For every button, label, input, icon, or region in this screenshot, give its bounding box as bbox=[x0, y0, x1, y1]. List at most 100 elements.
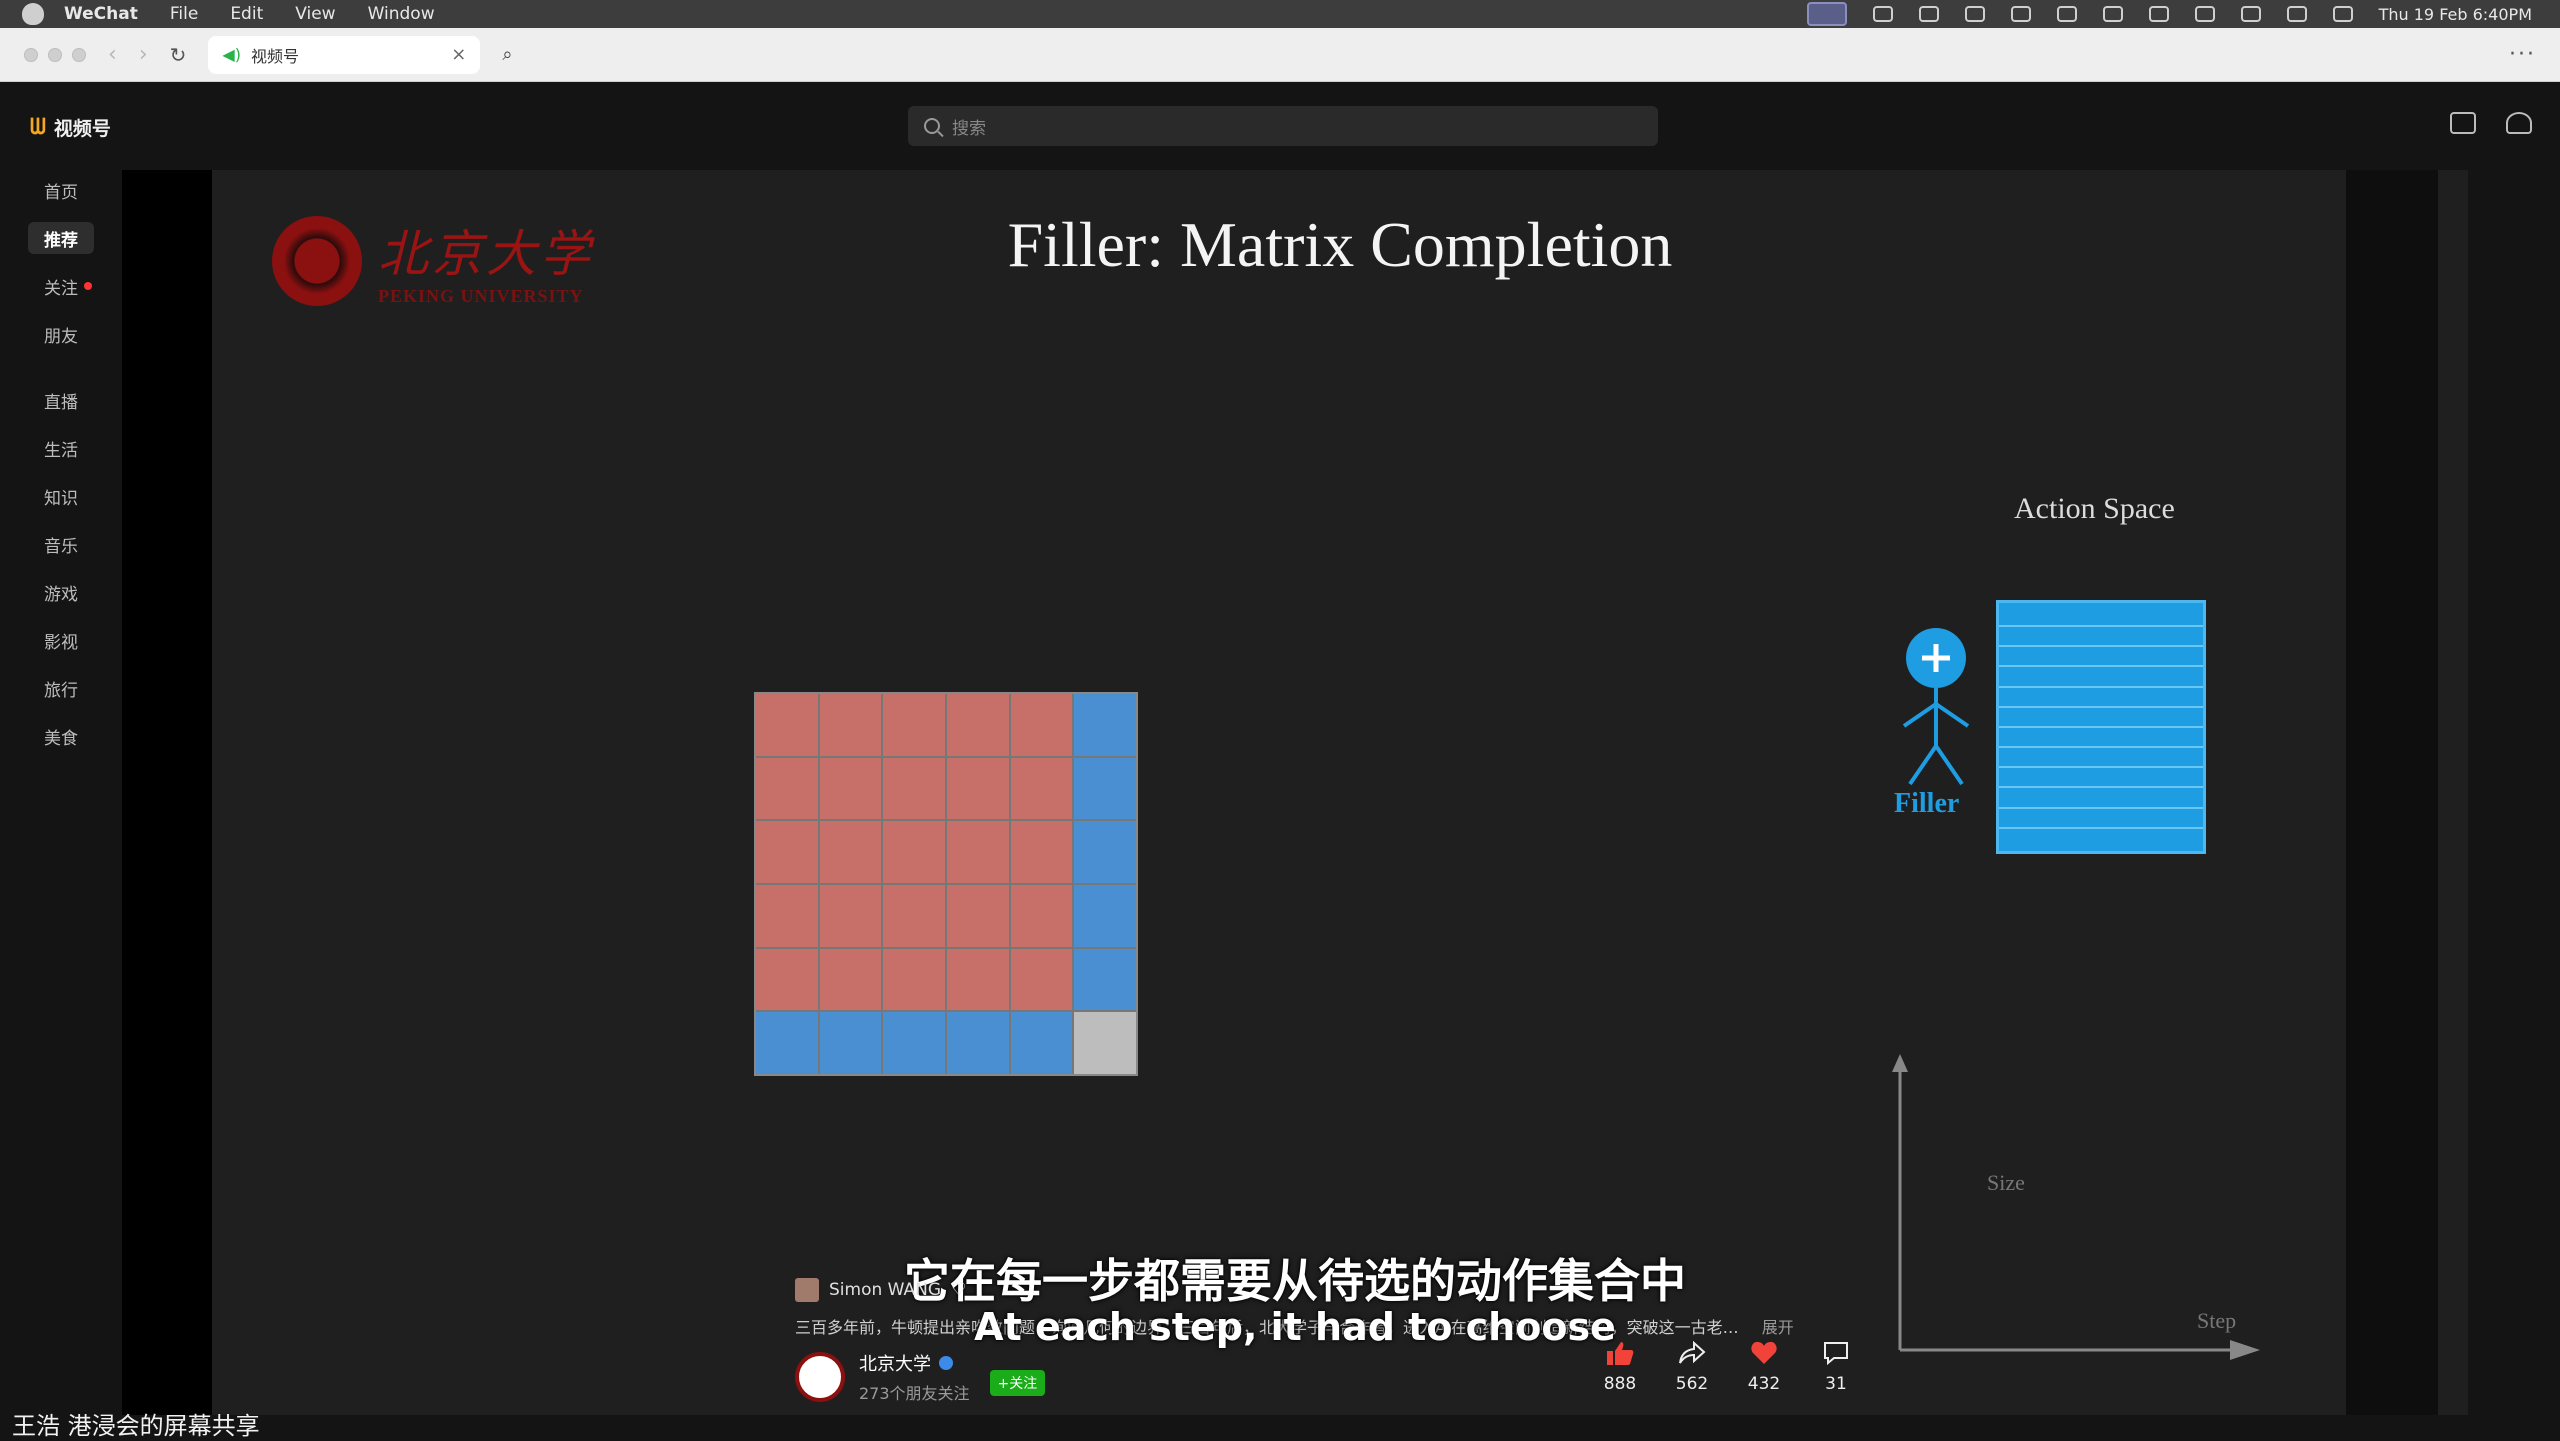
sidebar-item-friends[interactable]: 朋友 bbox=[28, 318, 94, 350]
share-button[interactable]: 562 bbox=[1674, 1340, 1710, 1394]
tray-app-icon[interactable] bbox=[1918, 6, 1939, 22]
matrix-cell bbox=[756, 757, 818, 820]
sidebar-item-life[interactable]: 生活 bbox=[28, 432, 94, 464]
more-options-icon[interactable]: ··· bbox=[2509, 42, 2536, 67]
macos-menubar: WeChat File Edit View Window Thu 19 Feb … bbox=[0, 0, 2560, 28]
back-arrow-icon[interactable]: ‹ bbox=[108, 42, 117, 67]
favorite-button[interactable]: 432 bbox=[1746, 1340, 1782, 1394]
comment-icon bbox=[1824, 1342, 1848, 1366]
browser-toolbar: ‹ › ↻ ◀) 视频号 × ⌕ ··· bbox=[0, 28, 2560, 82]
sidebar-nav: 首页 推荐 关注 朋友 直播 生活 知识 音乐 游戏 影视 旅行 美食 bbox=[0, 170, 122, 1415]
like-button[interactable]: 888 bbox=[1602, 1340, 1638, 1394]
user-icon[interactable] bbox=[2506, 112, 2532, 134]
matrix-cell bbox=[1010, 694, 1073, 756]
matrix-cell bbox=[1010, 1012, 1073, 1074]
sidebar-item-games[interactable]: 游戏 bbox=[28, 576, 94, 608]
matrix-cell bbox=[1074, 694, 1136, 756]
control-center-icon[interactable] bbox=[2332, 6, 2353, 22]
sidebar-item-label: 关注 bbox=[44, 278, 78, 299]
matrix-cell bbox=[756, 948, 818, 1011]
menu-edit[interactable]: Edit bbox=[230, 4, 263, 24]
bluetooth-icon[interactable] bbox=[2102, 6, 2123, 22]
author-avatar[interactable] bbox=[795, 1352, 845, 1402]
sidebar-item-food[interactable]: 美食 bbox=[28, 720, 94, 752]
recommender-row[interactable]: Simon WANG ♡ bbox=[795, 1278, 966, 1302]
camera-icon[interactable] bbox=[2450, 112, 2476, 134]
battery-icon[interactable] bbox=[2194, 6, 2215, 22]
matrix-cell bbox=[1010, 757, 1073, 820]
matrix-cell bbox=[1074, 757, 1136, 820]
matrix-cell bbox=[1010, 821, 1073, 883]
like-count: 888 bbox=[1603, 1374, 1637, 1394]
matrix-cell bbox=[883, 694, 945, 756]
matrix-cell bbox=[756, 821, 818, 883]
search-icon[interactable]: ⌕ bbox=[502, 44, 512, 65]
tab-channels[interactable]: ◀) 视频号 × bbox=[208, 35, 481, 74]
matrix-cell bbox=[819, 821, 882, 883]
tray-app-icon[interactable] bbox=[1872, 6, 1893, 22]
verified-badge-icon bbox=[939, 1356, 953, 1370]
video-player[interactable]: 北京大学 PEKING UNIVERSITY Filler: Matrix Co… bbox=[122, 170, 2468, 1415]
engagement-stats: 888 562 432 31 bbox=[1602, 1340, 1854, 1394]
matrix-cell bbox=[947, 757, 1009, 820]
forward-arrow-icon[interactable]: › bbox=[139, 42, 148, 67]
menu-window[interactable]: Window bbox=[368, 4, 435, 24]
sidebar-item-recommended[interactable]: 推荐 bbox=[28, 222, 94, 254]
app-header: ᗯ 视频号 搜索 bbox=[0, 82, 2560, 170]
wechat-tray-icon[interactable] bbox=[2056, 6, 2077, 22]
sidebar-item-music[interactable]: 音乐 bbox=[28, 528, 94, 560]
sidebar-item-travel[interactable]: 旅行 bbox=[28, 672, 94, 704]
heart-icon bbox=[1751, 1341, 1777, 1364]
author-name[interactable]: 北京大学 bbox=[859, 1350, 931, 1376]
share-count: 562 bbox=[1675, 1374, 1709, 1394]
matrix-cell bbox=[819, 885, 882, 947]
matrix-cell bbox=[883, 821, 945, 883]
wifi-icon[interactable] bbox=[2240, 6, 2261, 22]
comment-button[interactable]: 31 bbox=[1818, 1340, 1854, 1394]
close-window-button[interactable] bbox=[24, 47, 38, 62]
matrix-cell bbox=[1074, 1012, 1136, 1074]
menubar-clock[interactable]: Thu 19 Feb 6:40PM bbox=[2379, 5, 2532, 24]
screen-share-label: 王浩 港浸会的屏幕共享 bbox=[12, 1412, 260, 1440]
menu-view[interactable]: View bbox=[295, 4, 335, 24]
close-tab-icon[interactable]: × bbox=[451, 44, 466, 65]
matrix-cell bbox=[947, 821, 1009, 883]
subtitle-chinese: 它在每一步都需要从待选的动作集合中 bbox=[904, 1254, 1686, 1308]
matrix-cell bbox=[883, 885, 945, 947]
search-input[interactable]: 搜索 bbox=[908, 106, 1658, 146]
follow-button[interactable]: +关注 bbox=[989, 1370, 1046, 1396]
input-method-icon[interactable] bbox=[2148, 6, 2169, 22]
menu-file[interactable]: File bbox=[170, 4, 198, 24]
apple-icon[interactable] bbox=[22, 3, 44, 25]
sidebar-item-movies[interactable]: 影视 bbox=[28, 624, 94, 656]
channels-brand[interactable]: ᗯ 视频号 bbox=[30, 114, 111, 141]
reload-icon[interactable]: ↻ bbox=[170, 43, 187, 67]
matrix-cell bbox=[756, 1012, 818, 1074]
matrix-cell bbox=[947, 885, 1009, 947]
speaker-icon: ◀) bbox=[222, 45, 241, 64]
brand-label: 视频号 bbox=[53, 118, 111, 140]
sidebar-item-home[interactable]: 首页 bbox=[28, 174, 94, 206]
university-name-en: PEKING UNIVERSITY bbox=[378, 286, 584, 306]
screen-share-status-icon[interactable] bbox=[1806, 2, 1847, 26]
tray-app-icon[interactable] bbox=[2010, 6, 2031, 22]
favorite-count: 432 bbox=[1747, 1374, 1781, 1394]
notification-dot bbox=[84, 282, 92, 290]
sidebar-item-following[interactable]: 关注 bbox=[28, 270, 108, 302]
sidebar-item-knowledge[interactable]: 知识 bbox=[28, 480, 94, 512]
comment-count: 31 bbox=[1825, 1374, 1847, 1394]
tray-app-icon[interactable] bbox=[1964, 6, 1985, 22]
thumbs-up-icon bbox=[1607, 1342, 1634, 1365]
spotlight-icon[interactable] bbox=[2286, 6, 2307, 22]
matrix-cell bbox=[819, 1012, 882, 1074]
sidebar-item-live[interactable]: 直播 bbox=[28, 384, 94, 416]
menu-app-wechat[interactable]: WeChat bbox=[64, 4, 138, 24]
matrix-cell bbox=[883, 1012, 945, 1074]
minimize-window-button[interactable] bbox=[48, 47, 62, 62]
video-right-gutter bbox=[2346, 170, 2438, 1415]
zoom-window-button[interactable] bbox=[72, 47, 86, 62]
search-placeholder: 搜索 bbox=[952, 118, 986, 139]
matrix-cell bbox=[1074, 885, 1136, 947]
channels-logo-icon: ᗯ bbox=[30, 115, 46, 140]
action-space-title: Action Space bbox=[2014, 492, 2175, 525]
